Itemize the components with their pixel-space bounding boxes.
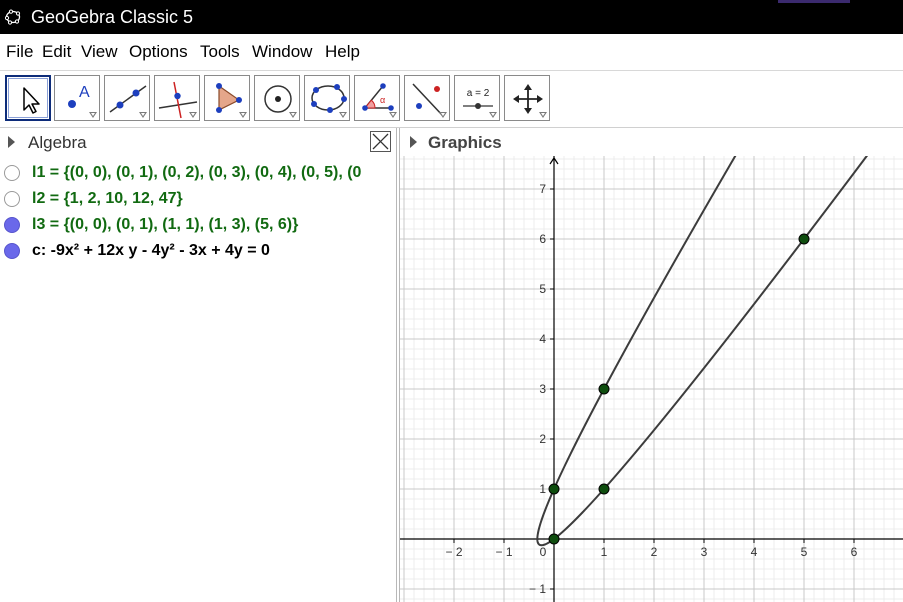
algebra-expression[interactable]: l3 = {(0, 0), (0, 1), (1, 1), (1, 3), (5… xyxy=(32,215,298,235)
reflect-tool-button[interactable] xyxy=(404,75,450,121)
x-tick-label: 5 xyxy=(801,545,808,559)
algebra-row-l2[interactable]: l2 = {1, 2, 10, 12, 47} xyxy=(0,186,396,212)
menu-edit[interactable]: Edit xyxy=(42,42,71,62)
menu-file[interactable]: File xyxy=(6,42,33,62)
menu-options[interactable]: Options xyxy=(129,42,188,62)
algebra-row-l1[interactable]: l1 = {(0, 0), (0, 1), (0, 2), (0, 3), (0… xyxy=(0,160,396,186)
algebra-row-l3[interactable]: l3 = {(0, 0), (0, 1), (1, 1), (1, 3), (5… xyxy=(0,212,396,238)
conic-tool-button[interactable] xyxy=(304,75,350,121)
x-tick-label: 4 xyxy=(751,545,758,559)
x-tick-label: − 2 xyxy=(445,545,462,559)
menu-help[interactable]: Help xyxy=(325,42,360,62)
list-point[interactable] xyxy=(598,483,610,495)
algebra-list: l1 = {(0, 0), (0, 1), (0, 2), (0, 3), (0… xyxy=(0,157,396,602)
algebra-expression[interactable]: c: -9x² + 12x y - 4y² - 3x + 4y = 0 xyxy=(32,241,270,261)
collapse-arrow-icon[interactable] xyxy=(8,136,15,148)
graphics-plot[interactable]: − 2 − 1 0 1 2 3 4 5 6 − 1 1 2 3 4 5 6 7 xyxy=(400,156,903,602)
y-tick-label: 6 xyxy=(539,232,546,246)
point-tool-button[interactable]: A xyxy=(54,75,100,121)
title-bar: GeoGebra Classic 5 xyxy=(0,0,903,34)
graphics-view-title: Graphics xyxy=(428,133,502,152)
circle-tool-button[interactable] xyxy=(254,75,300,121)
y-tick-label: 5 xyxy=(539,282,546,296)
tool-expand-icon xyxy=(489,112,497,118)
visibility-toggle[interactable] xyxy=(4,165,20,181)
angle-tool-button[interactable]: α xyxy=(354,75,400,121)
close-view-button[interactable] xyxy=(370,131,391,152)
algebra-expression[interactable]: l1 = {(0, 0), (0, 1), (0, 2), (0, 3), (0… xyxy=(32,163,361,183)
menu-tools[interactable]: Tools xyxy=(200,42,240,62)
toolbar: A α a = 2 xyxy=(0,71,903,128)
tool-expand-icon xyxy=(339,112,347,118)
tool-expand-icon xyxy=(239,112,247,118)
visibility-toggle[interactable] xyxy=(4,191,20,207)
polygon-tool-button[interactable] xyxy=(204,75,250,121)
tool-expand-icon xyxy=(389,112,397,118)
menu-view[interactable]: View xyxy=(81,42,118,62)
algebra-view-title: Algebra xyxy=(28,133,87,152)
y-tick-label: 3 xyxy=(539,382,546,396)
window-title: GeoGebra Classic 5 xyxy=(31,7,194,27)
move-tool-button[interactable] xyxy=(5,75,51,121)
list-point[interactable] xyxy=(598,383,610,395)
geogebra-logo-icon xyxy=(5,9,21,25)
y-tick-label: − 1 xyxy=(529,582,546,596)
conic-curve[interactable] xyxy=(536,156,879,547)
algebra-row-c[interactable]: c: -9x² + 12x y - 4y² - 3x + 4y = 0 xyxy=(0,238,396,264)
line-tool-button[interactable] xyxy=(104,75,150,121)
graphics-canvas[interactable]: − 2 − 1 0 1 2 3 4 5 6 − 1 1 2 3 4 5 6 7 xyxy=(400,156,903,602)
visibility-toggle[interactable] xyxy=(4,217,20,233)
y-tick-label: 4 xyxy=(539,332,546,346)
graphics-view-header: Graphics xyxy=(400,128,903,156)
slider-tool-button[interactable]: a = 2 xyxy=(454,75,500,121)
y-tick-label: 2 xyxy=(539,432,546,446)
tool-expand-icon xyxy=(89,112,97,118)
point-tool-label: A xyxy=(79,84,90,101)
collapse-arrow-icon[interactable] xyxy=(410,136,417,148)
perpendicular-line-tool-button[interactable] xyxy=(154,75,200,121)
algebra-expression[interactable]: l2 = {1, 2, 10, 12, 47} xyxy=(32,189,183,209)
tool-expand-icon xyxy=(539,112,547,118)
list-point[interactable] xyxy=(798,233,810,245)
x-tick-label: 0 xyxy=(540,545,547,559)
angle-tool-label: α xyxy=(380,95,385,105)
x-tick-label: 6 xyxy=(851,545,858,559)
minor-grid xyxy=(400,156,903,602)
tool-expand-icon xyxy=(439,112,447,118)
algebra-view-header: Algebra xyxy=(0,128,396,156)
x-tick-label: 3 xyxy=(701,545,708,559)
menu-window[interactable]: Window xyxy=(252,42,312,62)
close-icon xyxy=(372,133,389,150)
y-tick-label: 1 xyxy=(539,482,546,496)
x-tick-label: 2 xyxy=(651,545,658,559)
tool-expand-icon xyxy=(289,112,297,118)
pointer-arrow-icon xyxy=(23,87,40,114)
x-tick-label: 1 xyxy=(601,545,608,559)
menu-bar: File Edit View Options Tools Window Help xyxy=(0,34,903,71)
visibility-toggle[interactable] xyxy=(4,243,20,259)
move-graphics-view-tool-button[interactable] xyxy=(504,75,550,121)
tool-expand-icon xyxy=(139,112,147,118)
tool-expand-icon xyxy=(189,112,197,118)
slider-tool-label: a = 2 xyxy=(467,88,490,99)
y-tick-label: 7 xyxy=(539,182,546,196)
x-tick-label: − 1 xyxy=(495,545,512,559)
title-accent xyxy=(778,0,850,3)
list-point[interactable] xyxy=(548,533,560,545)
list-point[interactable] xyxy=(548,483,560,495)
